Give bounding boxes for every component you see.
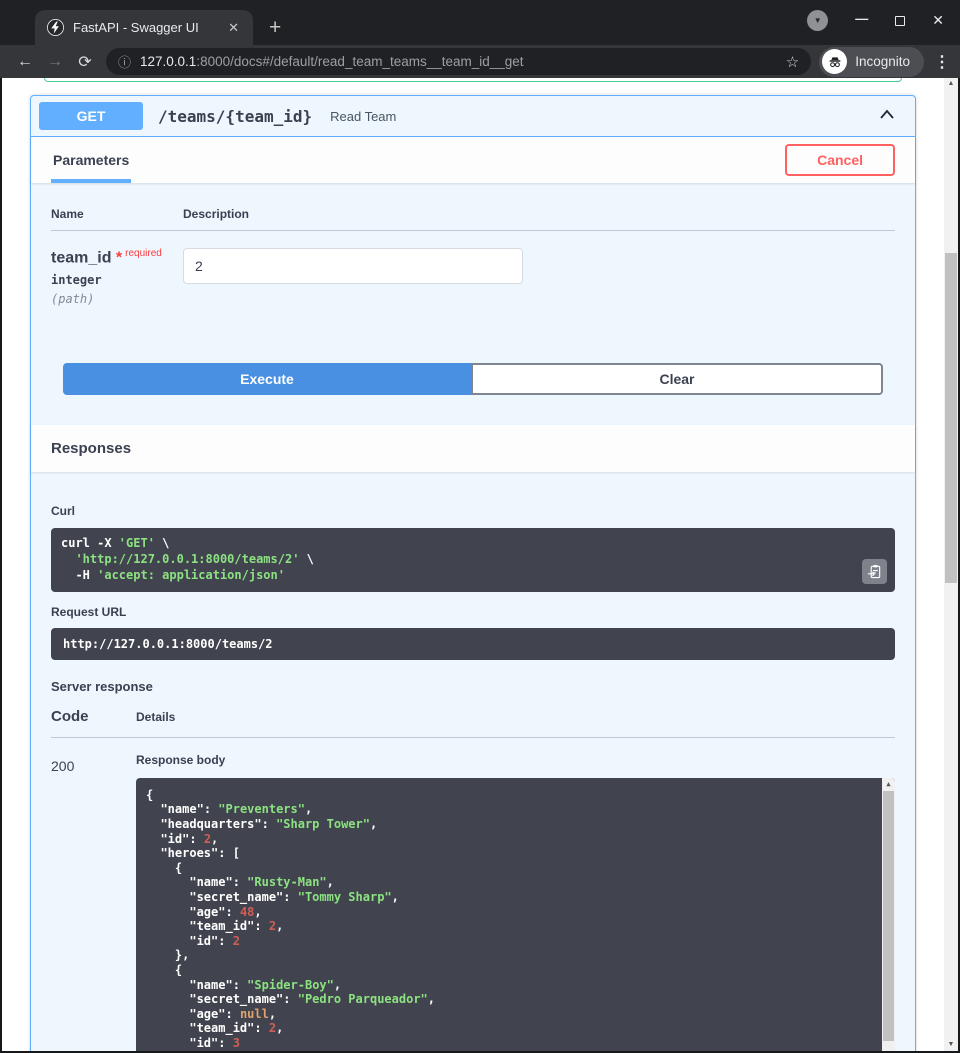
parameter-name: team_id *required xyxy=(51,248,183,267)
responses-header: Responses xyxy=(31,425,915,472)
copy-to-clipboard-button[interactable] xyxy=(862,559,887,584)
tab-title: FastAPI - Swagger UI xyxy=(73,20,215,35)
curl-label: Curl xyxy=(51,504,75,518)
parameter-meta: team_id *required integer (path) xyxy=(51,248,183,306)
endpoint-path: /teams/{team_id} xyxy=(158,107,312,126)
swagger-page: GET /teams/{team_id} Read Team Parameter… xyxy=(0,78,960,1053)
server-response-table: Code Details 200 Response body { "name":… xyxy=(51,708,895,1051)
parameter-location: (path) xyxy=(51,292,183,306)
cancel-button[interactable]: Cancel xyxy=(785,144,895,176)
curl-command: curl -X 'GET' \ 'http://127.0.0.1:8000/t… xyxy=(61,536,314,582)
method-badge: GET xyxy=(39,102,143,130)
server-response-label: Server response xyxy=(51,679,895,694)
bookmark-star-icon[interactable]: ☆ xyxy=(786,53,799,71)
required-label: required xyxy=(125,248,162,259)
chevron-up-icon xyxy=(877,105,897,123)
parameter-row: team_id *required integer (path) xyxy=(51,231,895,306)
endpoint-summary: Read Team xyxy=(330,109,873,124)
responses-body: Curl curl -X 'GET' \ 'http://127.0.0.1:8… xyxy=(31,472,915,1051)
page-scroll-up-icon[interactable]: ▲ xyxy=(944,78,958,90)
browser-tab[interactable]: FastAPI - Swagger UI ✕ xyxy=(35,10,253,45)
tab-parameters[interactable]: Parameters xyxy=(51,137,131,183)
incognito-badge: Incognito xyxy=(819,47,924,77)
url-text: 127.0.0.1:8000/docs#/default/read_team_t… xyxy=(140,54,777,69)
opblock-summary[interactable]: GET /teams/{team_id} Read Team xyxy=(31,96,915,137)
parameter-type: integer xyxy=(51,273,183,287)
window-close-icon[interactable]: ✕ xyxy=(932,12,944,29)
clear-button[interactable]: Clear xyxy=(471,363,883,395)
fastapi-favicon-icon xyxy=(47,19,64,36)
site-info-icon[interactable]: ⓘ xyxy=(118,52,131,71)
parameter-value-cell xyxy=(183,248,523,306)
browser-window: FastAPI - Swagger UI ✕ + ▼ — ✕ ← → ⟳ ⓘ 1… xyxy=(0,0,960,1053)
server-response-row: 200 Response body { "name": "Preventers"… xyxy=(51,738,895,1051)
team-id-input[interactable] xyxy=(183,248,523,284)
required-asterisk: * xyxy=(116,249,122,266)
page-scroll-down-icon[interactable]: ▼ xyxy=(944,1039,958,1051)
incognito-icon xyxy=(822,49,847,74)
page-scrollbar[interactable]: ▲ ▼ xyxy=(944,78,958,1051)
code-column-header: Code xyxy=(51,708,136,725)
curl-command-block: curl -X 'GET' \ 'http://127.0.0.1:8000/t… xyxy=(51,528,895,591)
page-content: GET /teams/{team_id} Read Team Parameter… xyxy=(2,78,944,1051)
address-bar[interactable]: ⓘ 127.0.0.1:8000/docs#/default/read_team… xyxy=(106,48,811,75)
reload-icon[interactable]: ⟳ xyxy=(70,52,100,72)
response-body-json: { "name": "Preventers", "headquarters": … xyxy=(146,788,435,1051)
status-code: 200 xyxy=(51,751,136,1051)
chrome-update-icon[interactable]: ▼ xyxy=(807,10,828,31)
window-controls: ▼ — ✕ xyxy=(807,10,944,31)
browser-toolbar: ← → ⟳ ⓘ 127.0.0.1:8000/docs#/default/rea… xyxy=(0,45,960,78)
url-host: 127.0.0.1 xyxy=(140,54,196,69)
response-scrollbar[interactable]: ▲ xyxy=(882,778,895,1051)
response-body-block: { "name": "Preventers", "headquarters": … xyxy=(136,778,895,1051)
parameters-table-header: Name Description xyxy=(51,207,895,231)
back-icon[interactable]: ← xyxy=(10,53,40,71)
page-scrollbar-thumb[interactable] xyxy=(945,253,957,583)
parameters-body: Name Description team_id *required integ… xyxy=(31,183,915,363)
description-column-header: Description xyxy=(183,207,249,221)
request-url-block: http://127.0.0.1:8000/teams/2 xyxy=(51,628,895,660)
menu-icon[interactable]: ⋮ xyxy=(934,52,950,72)
parameters-header: Parameters Cancel xyxy=(31,137,915,183)
url-path: :8000/docs#/default/read_team_teams__tea… xyxy=(196,54,523,69)
response-body-label: Response body xyxy=(136,753,225,767)
maximize-icon[interactable] xyxy=(895,16,905,26)
new-tab-icon[interactable]: + xyxy=(269,17,281,38)
scroll-up-icon[interactable]: ▲ xyxy=(882,778,895,790)
execute-row: Execute Clear xyxy=(31,363,915,395)
details-column-header: Details xyxy=(136,708,175,724)
response-details: Response body { "name": "Preventers", "h… xyxy=(136,751,895,1051)
response-scrollbar-thumb[interactable] xyxy=(883,791,894,1041)
minimize-icon[interactable]: — xyxy=(855,11,868,26)
incognito-label: Incognito xyxy=(855,54,910,69)
execute-button[interactable]: Execute xyxy=(63,363,471,395)
tab-bar: FastAPI - Swagger UI ✕ + ▼ — ✕ xyxy=(0,0,960,45)
name-column-header: Name xyxy=(51,207,183,221)
request-url-label: Request URL xyxy=(51,605,895,619)
collapse-button[interactable] xyxy=(873,103,901,130)
server-response-table-header: Code Details xyxy=(51,708,895,738)
tab-close-icon[interactable]: ✕ xyxy=(224,20,243,36)
forward-icon[interactable]: → xyxy=(40,53,70,71)
previous-opblock-edge xyxy=(44,78,902,82)
opblock-get-team: GET /teams/{team_id} Read Team Parameter… xyxy=(30,95,916,1051)
clipboard-icon xyxy=(867,564,882,579)
